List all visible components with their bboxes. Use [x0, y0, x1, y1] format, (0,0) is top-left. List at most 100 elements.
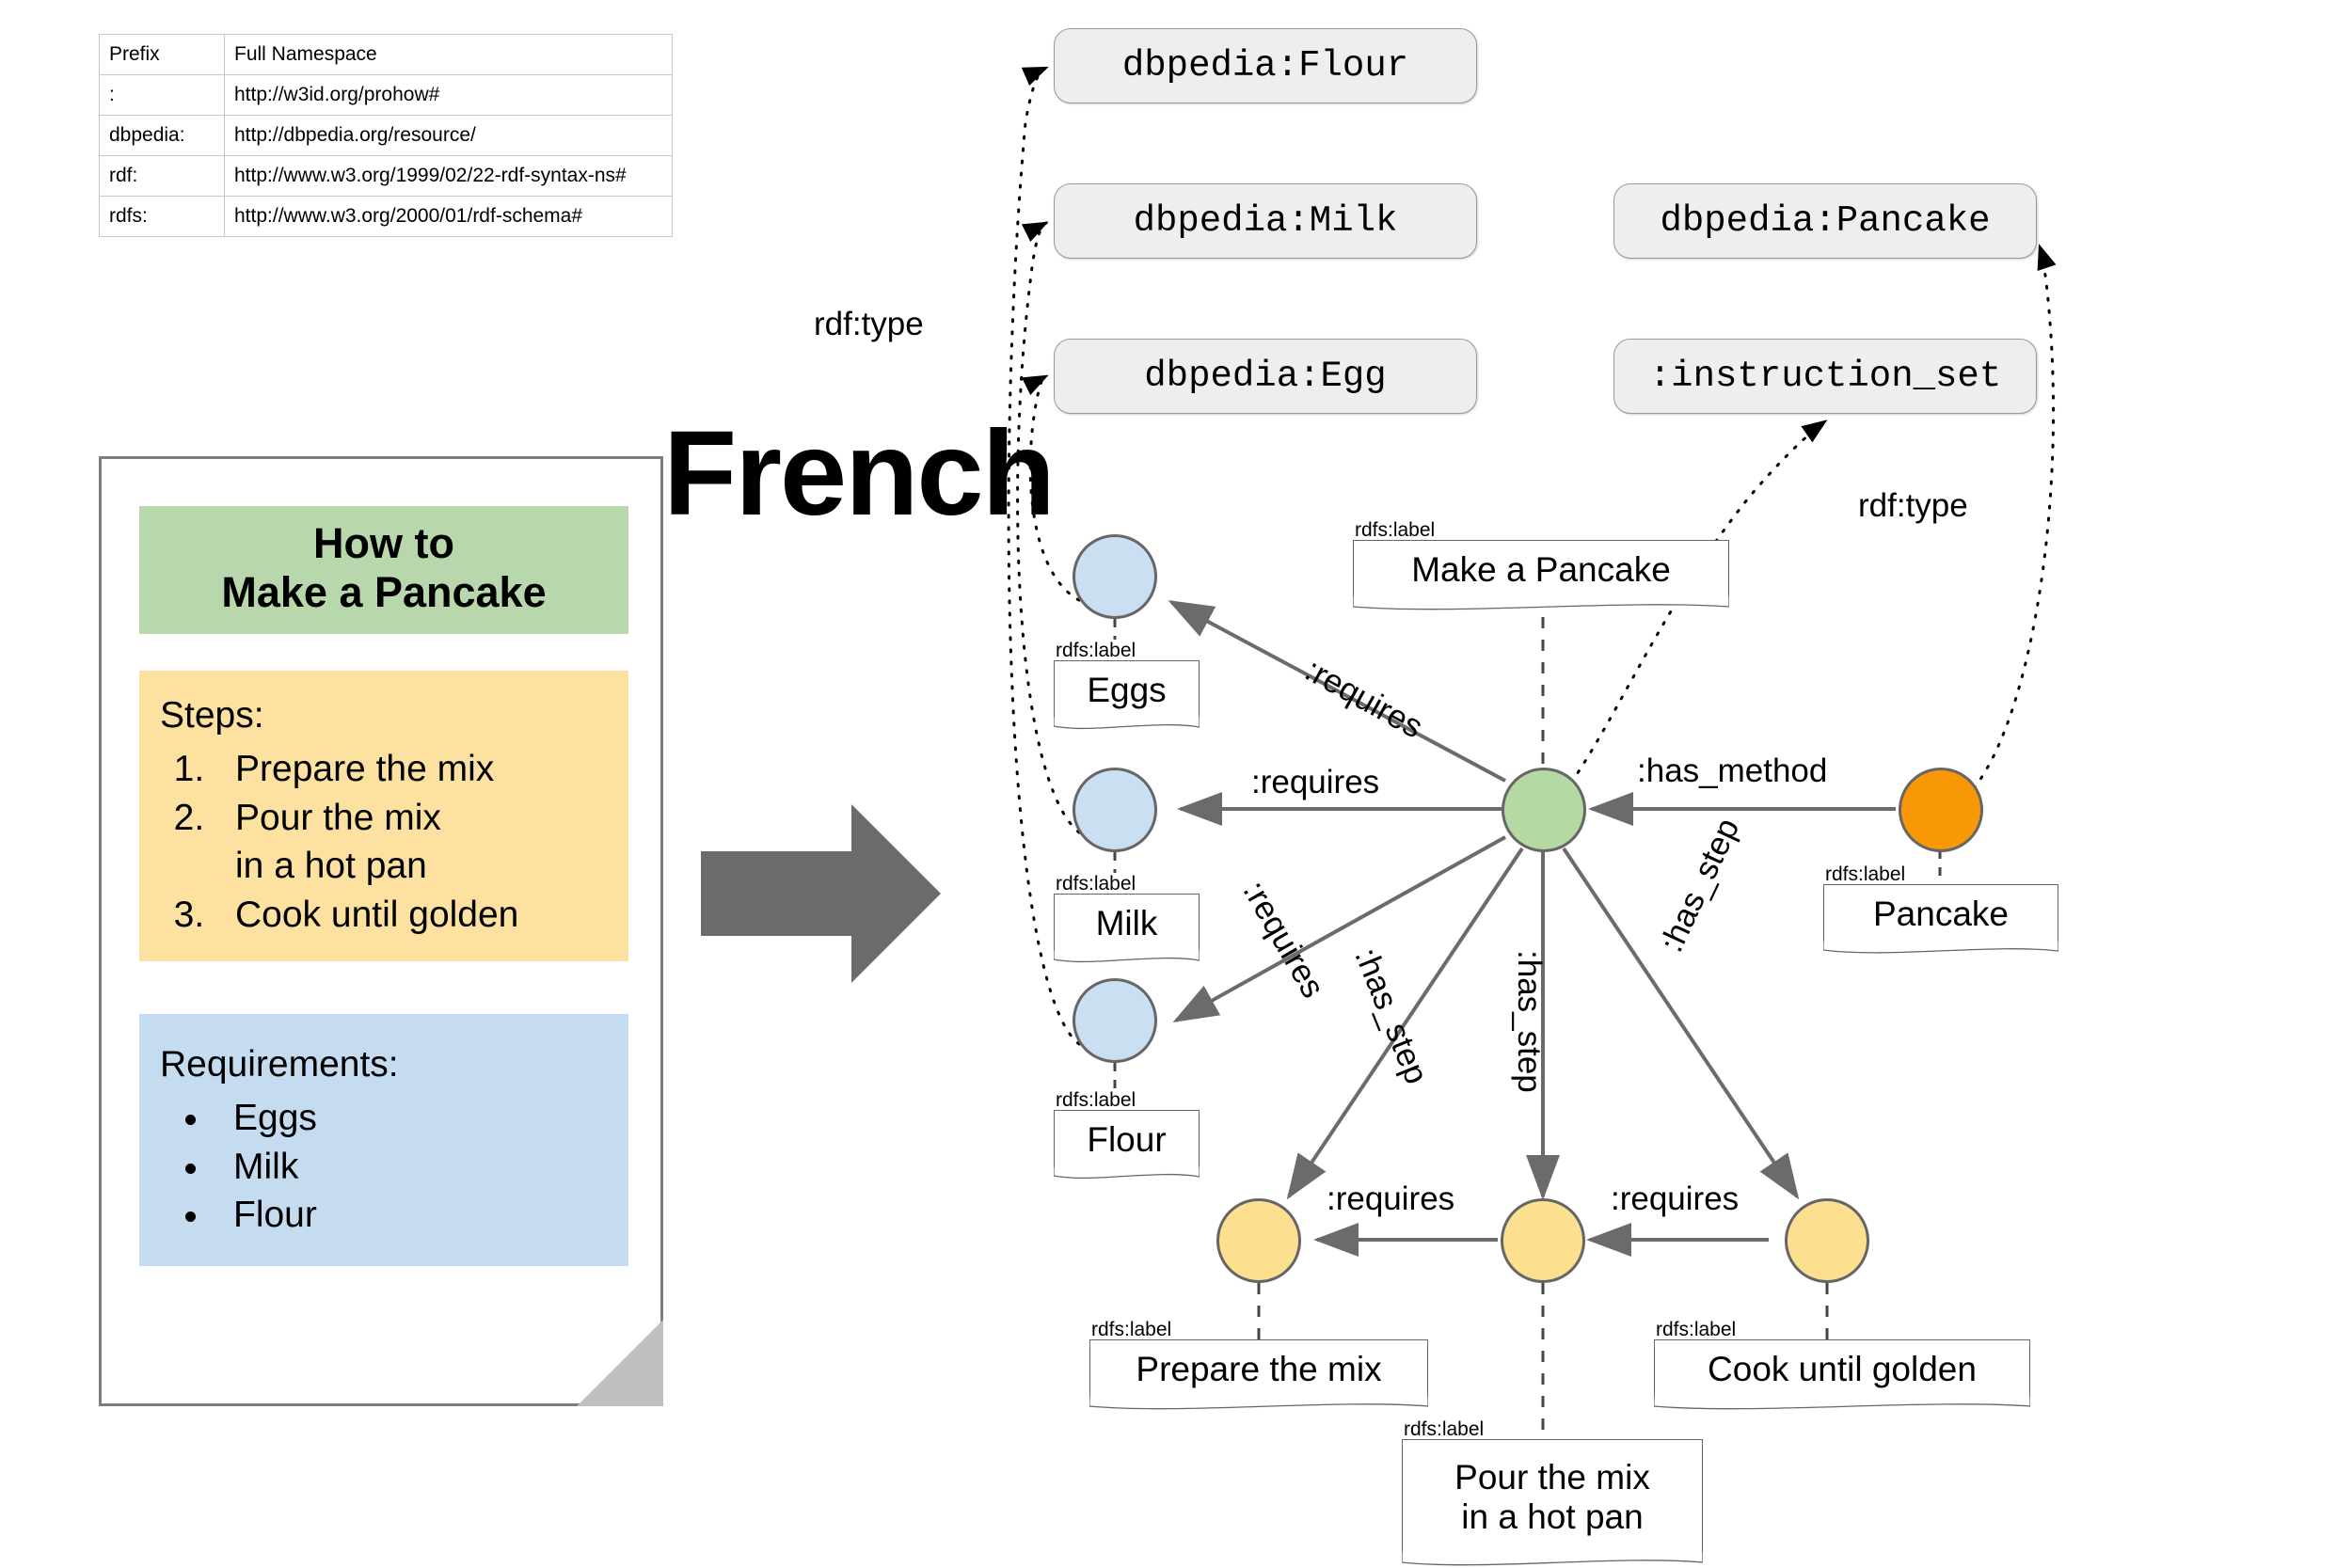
step-text: Cook until golden — [235, 894, 519, 935]
cell-namespace: http://w3id.org/prohow# — [224, 74, 673, 116]
edge-label-rdf-type-right: rdf:type — [1858, 487, 1968, 524]
graph-node-eggs[interactable] — [1073, 534, 1157, 619]
namespace-box-label: dbpedia:Pancake — [1660, 200, 1991, 242]
graph-node-step1[interactable] — [1216, 1198, 1301, 1283]
card-title-block: How to Make a Pancake — [139, 506, 628, 634]
label-box-milk: Milk — [1054, 894, 1200, 963]
namespace-box-label: dbpedia:Flour — [1121, 45, 1409, 87]
rdfs-label-tag: rdfs:label — [1402, 1418, 1486, 1441]
cell-prefix: : — [99, 74, 225, 116]
graph-node-flour[interactable] — [1073, 978, 1157, 1063]
card-requirements-block: Requirements: Eggs Milk Flour — [139, 1014, 628, 1266]
cell-namespace: http://www.w3.org/2000/01/rdf-schema# — [224, 196, 673, 237]
step-text-cont: in a hot pan — [235, 846, 427, 887]
label-box-step3: Cook until golden — [1654, 1339, 2030, 1410]
edge-label-requires-step1: :requires — [1327, 1180, 1455, 1217]
graph-node-milk[interactable] — [1073, 768, 1157, 852]
step-text: Prepare the mix — [235, 749, 495, 790]
note-wave-edge — [1054, 718, 1200, 730]
note-wave-edge — [1402, 1553, 1703, 1566]
label-text: Prepare the mix — [1136, 1349, 1382, 1388]
namespace-box-label: :instruction_set — [1648, 356, 2002, 397]
recipe-document-card: How to Make a Pancake Steps: Prepare the… — [99, 456, 663, 1406]
table-row: rdf: http://www.w3.org/1999/02/22-rdf-sy… — [99, 155, 673, 197]
table-row: : http://w3id.org/prohow# — [99, 74, 673, 116]
rdfs-label-tag: rdfs:label — [1353, 519, 1438, 542]
label-text: Cook until golden — [1708, 1349, 1977, 1388]
rdfs-label-tag: rdfs:label — [1654, 1319, 1739, 1341]
edge-label-has-step-1: :has_step — [1347, 942, 1436, 1089]
rdfs-label-tag: rdfs:label — [1089, 1319, 1174, 1341]
list-item: Prepare the mix — [215, 745, 628, 793]
prefix-namespace-table: Prefix Full Namespace : http://w3id.org/… — [99, 34, 673, 237]
label-box-eggs: Eggs — [1054, 660, 1200, 730]
cell-prefix: rdf: — [99, 155, 225, 197]
step-text: Pour the mix — [235, 797, 441, 838]
rdfs-label-tag: rdfs:label — [1054, 640, 1138, 662]
list-item: Milk — [213, 1143, 628, 1191]
cell-prefix: rdfs: — [99, 196, 225, 237]
note-wave-edge — [1654, 1397, 2030, 1410]
page-title: French — [663, 406, 1056, 541]
label-box-step1: Prepare the mix — [1089, 1339, 1428, 1410]
list-item: Pour the mix in a hot pan — [215, 794, 628, 891]
namespace-box-flour[interactable]: dbpedia:Flour — [1054, 28, 1477, 103]
rdfs-label-tag: rdfs:label — [1054, 873, 1138, 895]
graph-node-step2[interactable] — [1501, 1198, 1585, 1283]
label-box-step2: Pour the mix in a hot pan — [1402, 1439, 1703, 1566]
label-text: Milk — [1095, 903, 1158, 942]
edge-label-rdf-type-left: rdf:type — [814, 306, 924, 342]
note-wave-edge — [1089, 1397, 1428, 1410]
graph-node-task[interactable] — [1502, 768, 1586, 852]
namespace-box-pancake[interactable]: dbpedia:Pancake — [1613, 183, 2037, 259]
table-row: rdfs: http://www.w3.org/2000/01/rdf-sche… — [99, 196, 673, 237]
header-namespace: Full Namespace — [224, 34, 673, 75]
namespace-box-label: dbpedia:Egg — [1144, 356, 1387, 397]
rdfs-label-tag: rdfs:label — [1823, 863, 1908, 886]
note-wave-edge — [1823, 942, 2058, 954]
list-item: Flour — [213, 1191, 628, 1239]
card-title-line2: Make a Pancake — [221, 567, 547, 616]
label-text: Pancake — [1873, 894, 2009, 933]
steps-list: Prepare the mix Pour the mix in a hot pan… — [160, 745, 628, 939]
table-row: dbpedia: http://dbpedia.org/resource/ — [99, 115, 673, 156]
namespace-box-instruction-set[interactable]: :instruction_set — [1613, 339, 2037, 414]
label-box-task: Make a Pancake — [1353, 540, 1729, 610]
namespace-box-milk[interactable]: dbpedia:Milk — [1054, 183, 1477, 259]
edge-label-requires-flour: :requires — [1235, 875, 1332, 1005]
note-wave-edge — [1054, 951, 1200, 963]
requirements-list: Eggs Milk Flour — [160, 1094, 628, 1239]
edge-label-requires-milk: :requires — [1251, 764, 1380, 800]
requirements-heading: Requirements: — [160, 1044, 399, 1085]
label-text-line1: Pour the mix — [1454, 1457, 1650, 1497]
note-wave-edge — [1353, 597, 1729, 610]
cell-namespace: http://dbpedia.org/resource/ — [224, 115, 673, 156]
rdfs-label-tag: rdfs:label — [1054, 1089, 1138, 1112]
header-prefix: Prefix — [99, 34, 225, 75]
cell-prefix: dbpedia: — [99, 115, 225, 156]
label-text: Make a Pancake — [1411, 549, 1671, 589]
type-edge-pancake — [1972, 244, 2057, 790]
transform-arrow-icon — [701, 804, 941, 983]
card-steps-block: Steps: Prepare the mix Pour the mix in a … — [139, 671, 628, 962]
label-box-pancake: Pancake — [1823, 884, 2058, 954]
edge-requires-flour — [1172, 835, 1506, 1022]
list-item: Cook until golden — [215, 891, 628, 939]
edge-label-has-method: :has_method — [1637, 752, 1828, 789]
list-item: Eggs — [213, 1094, 628, 1142]
namespace-box-egg[interactable]: dbpedia:Egg — [1054, 339, 1477, 414]
label-text: Flour — [1087, 1119, 1167, 1159]
card-title-line1: How to — [313, 519, 454, 567]
note-wave-edge — [1054, 1167, 1200, 1180]
graph-node-pancake[interactable] — [1899, 768, 1983, 852]
namespace-box-label: dbpedia:Milk — [1133, 200, 1398, 242]
table-header-row: Prefix Full Namespace — [99, 34, 673, 75]
edge-label-requires-eggs: :requires — [1298, 651, 1429, 746]
edge-label-has-step-2: :has_step — [1511, 950, 1548, 1093]
label-text-line2: in a hot pan — [1461, 1497, 1644, 1536]
cell-namespace: http://www.w3.org/1999/02/22-rdf-syntax-… — [224, 155, 673, 197]
diagram-canvas: Prefix Full Namespace : http://w3id.org/… — [0, 0, 2352, 1567]
edge-label-has-step-3: :has_step — [1652, 812, 1747, 958]
graph-node-step3[interactable] — [1785, 1198, 1869, 1283]
page-fold-corner — [577, 1320, 663, 1406]
